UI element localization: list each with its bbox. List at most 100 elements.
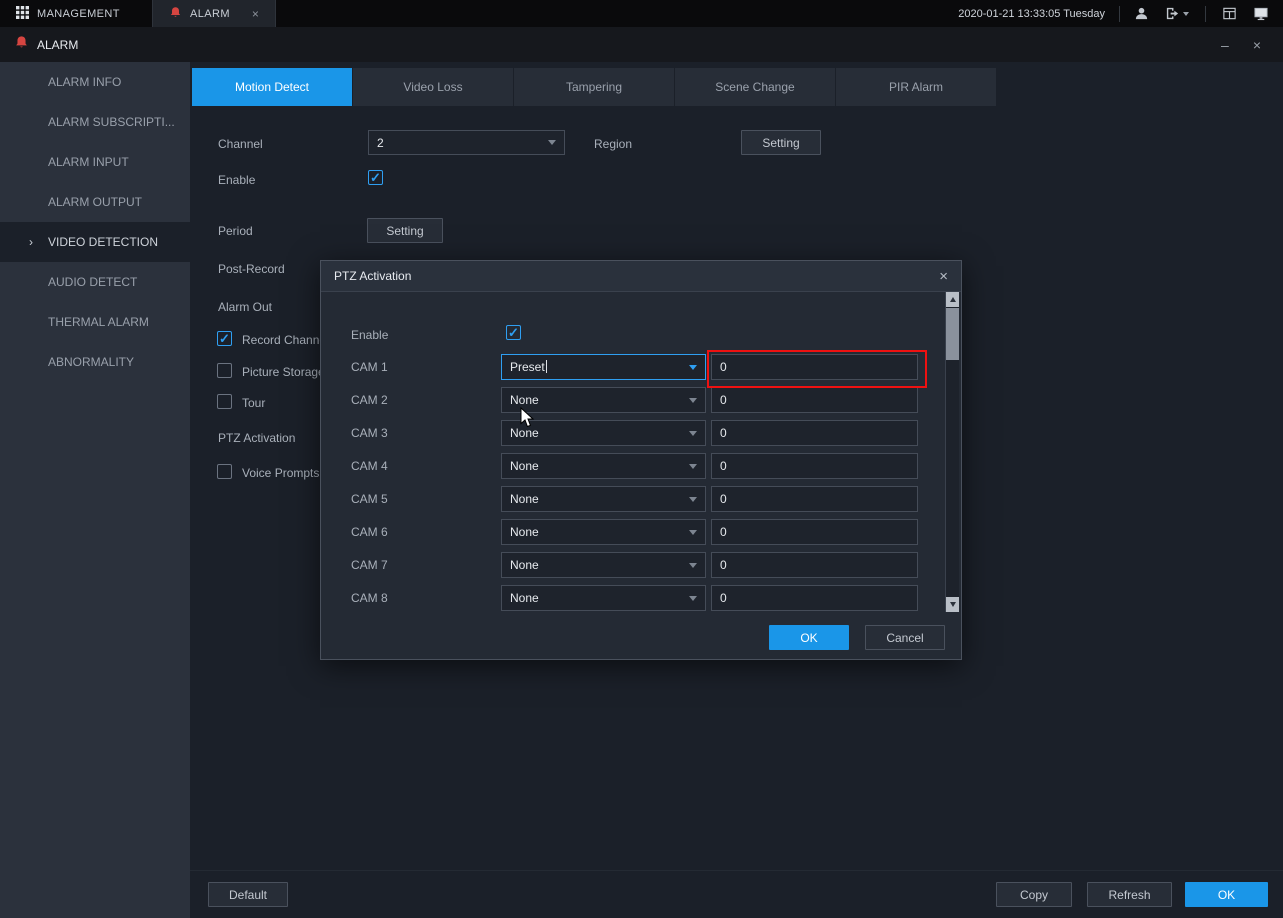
default-button[interactable]: Default [208,882,288,907]
user-icon[interactable] [1134,6,1149,21]
cam7-action-select[interactable]: None [501,552,706,578]
tab-tampering[interactable]: Tampering [514,68,675,106]
ptz-activation-label: PTZ Activation [218,431,295,445]
channel-label: Channel [218,137,263,151]
cam1-preset-input[interactable] [711,354,918,380]
tab-management[interactable]: MANAGEMENT [0,0,152,27]
scroll-up-icon[interactable] [946,292,959,307]
cam-label: CAM 4 [351,459,388,473]
cam1-action-value: Preset [510,360,545,374]
logout-caret-icon [1183,12,1189,16]
chevron-down-icon [548,140,556,145]
cam8-preset-input[interactable] [711,585,918,611]
period-label: Period [218,224,253,238]
chevron-down-icon [689,398,697,403]
dialog-enable-label: Enable [351,328,388,342]
dialog-scrollbar[interactable] [945,292,959,612]
cam5-preset-input[interactable] [711,486,918,512]
detection-tabs: Motion Detect Video Loss Tampering Scene… [192,68,997,106]
sidebar-item-alarm-input[interactable]: ALARM INPUT [0,142,190,182]
cam6-action-select[interactable]: None [501,519,706,545]
tab-alarm-close-icon[interactable]: × [252,7,259,21]
cam-label: CAM 7 [351,558,388,572]
sidebar-item-abnormality[interactable]: ABNORMALITY [0,342,190,382]
cam1-action-select[interactable]: Preset [501,354,706,380]
top-bar: MANAGEMENT ALARM × 2020-01-21 13:33:05 T… [0,0,1283,27]
cam-label: CAM 6 [351,525,388,539]
dialog-enable-checkbox[interactable] [506,325,521,340]
footer-divider [190,870,1283,871]
alarm-bell-icon [14,35,29,55]
sidebar-item-audio-detect[interactable]: AUDIO DETECT [0,262,190,302]
cam7-preset-input[interactable] [711,552,918,578]
tab-motion-detect[interactable]: Motion Detect [192,68,353,106]
chevron-down-icon [689,464,697,469]
dialog-close-icon[interactable]: × [939,268,948,285]
copy-button[interactable]: Copy [996,882,1072,907]
tab-alarm-label: ALARM [190,8,230,20]
cam2-preset-input[interactable] [711,387,918,413]
cam3-preset-input[interactable] [711,420,918,446]
cam5-action-select[interactable]: None [501,486,706,512]
tab-scene-change[interactable]: Scene Change [675,68,836,106]
sidebar-item-alarm-info[interactable]: ALARM INFO [0,62,190,102]
alarm-out-label: Alarm Out [218,300,272,314]
cam-label: CAM 5 [351,492,388,506]
tab-pir-alarm[interactable]: PIR Alarm [836,68,997,106]
cam5-action-value: None [510,492,539,506]
enable-checkbox[interactable] [368,170,383,185]
scrollbar-thumb[interactable] [946,308,959,360]
cam8-action-select[interactable]: None [501,585,706,611]
region-label: Region [594,137,632,151]
post-record-label: Post-Record [218,262,285,276]
record-channel-checkbox[interactable] [217,331,232,346]
dvr-alarm-screen: MANAGEMENT ALARM × 2020-01-21 13:33:05 T… [0,0,1283,918]
display-monitor-icon[interactable] [1253,6,1269,21]
tab-alarm[interactable]: ALARM × [152,0,276,27]
dialog-ok-button[interactable]: OK [769,625,849,650]
refresh-button[interactable]: Refresh [1087,882,1172,907]
cam4-preset-input[interactable] [711,453,918,479]
sidebar-item-alarm-subscription[interactable]: ALARM SUBSCRIPTI... [0,102,190,142]
chevron-down-icon [689,497,697,502]
cam6-preset-input[interactable] [711,519,918,545]
cam6-action-value: None [510,525,539,539]
channel-select[interactable]: 2 [368,130,565,155]
enable-label: Enable [218,173,255,187]
picture-storage-label: Picture Storage [242,365,325,379]
window-title-bar: ALARM – × [0,27,1283,62]
cam4-action-select[interactable]: None [501,453,706,479]
region-setting-button[interactable]: Setting [741,130,821,155]
chevron-down-icon [689,563,697,568]
sidebar-item-alarm-output[interactable]: ALARM OUTPUT [0,182,190,222]
sidebar: ALARM INFO ALARM SUBSCRIPTI... ALARM INP… [0,62,190,918]
window-title: ALARM [37,38,78,52]
dialog-title-bar[interactable]: PTZ Activation × [321,261,961,292]
picture-storage-checkbox[interactable] [217,363,232,378]
chevron-down-icon [689,530,697,535]
logout-icon[interactable] [1165,6,1189,21]
tab-management-label: MANAGEMENT [37,8,120,20]
ptz-activation-dialog: PTZ Activation × Enable CAM 1 Preset CAM… [320,260,962,660]
scroll-down-icon[interactable] [946,597,959,612]
tab-video-loss[interactable]: Video Loss [353,68,514,106]
cam-label: CAM 2 [351,393,388,407]
sidebar-item-thermal-alarm[interactable]: THERMAL ALARM [0,302,190,342]
tour-checkbox[interactable] [217,394,232,409]
cam3-action-select[interactable]: None [501,420,706,446]
period-setting-button[interactable]: Setting [367,218,443,243]
dialog-title: PTZ Activation [334,269,411,283]
cam2-action-value: None [510,393,539,407]
panel-layout-icon[interactable] [1222,6,1237,21]
channel-value: 2 [377,136,384,150]
cam-label: CAM 8 [351,591,388,605]
dialog-cancel-button[interactable]: Cancel [865,625,945,650]
voice-prompts-checkbox[interactable] [217,464,232,479]
minimize-icon[interactable]: – [1221,38,1229,52]
cam7-action-value: None [510,558,539,572]
chevron-down-icon [689,596,697,601]
apply-ok-button[interactable]: OK [1185,882,1268,907]
cam2-action-select[interactable]: None [501,387,706,413]
close-icon[interactable]: × [1253,38,1261,52]
sidebar-item-video-detection[interactable]: › VIDEO DETECTION [0,222,190,262]
